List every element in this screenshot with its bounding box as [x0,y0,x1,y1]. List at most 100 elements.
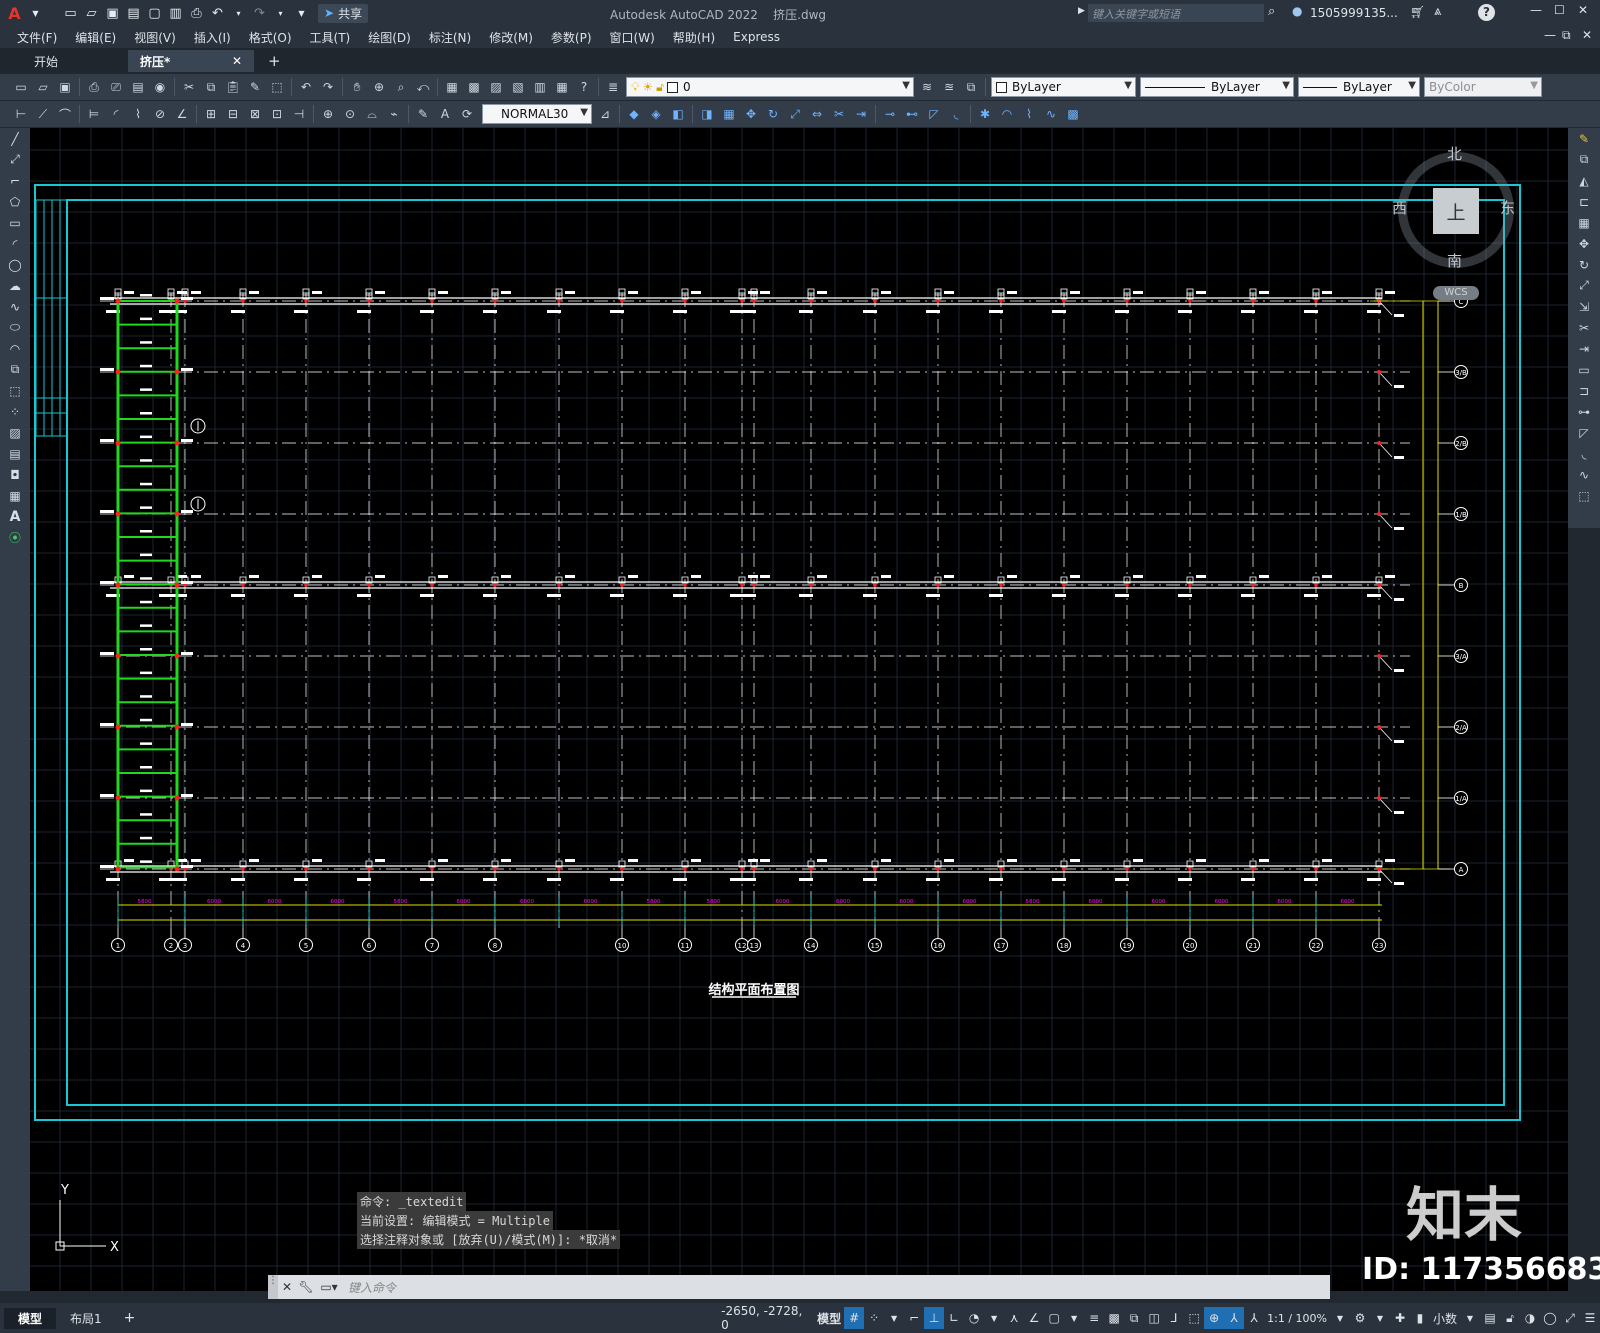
break-right-icon[interactable]: ⊐ [1568,380,1600,401]
share-button[interactable]: ➤ 共享 [318,3,369,23]
save-toolbar-icon[interactable]: ▣ [55,77,75,97]
copy-icon[interactable]: ⧉ [201,77,221,97]
command-recent-icon[interactable]: ▭▾ [316,1280,342,1294]
dim-aligned-icon[interactable]: ⟋ [33,104,53,124]
undo-toolbar-icon[interactable]: ↶ [296,77,316,97]
command-close-icon[interactable]: ✕ [278,1280,296,1294]
object-snap-tracking-icon[interactable]: ∠ [1024,1307,1044,1329]
blend-right-icon[interactable]: ∿ [1568,464,1600,485]
command-input[interactable]: 键入命令 [342,1279,1330,1296]
properties-icon[interactable]: ▦ [442,77,462,97]
quick-dim-icon[interactable]: ⊞ [201,104,221,124]
mirror-icon[interactable]: ◧ [668,104,688,124]
linetype-dropdown[interactable]: ByLayer ▼ [1140,77,1294,97]
lock-ui-icon[interactable]: 🔓︎ [1500,1307,1520,1329]
drawing-svg[interactable]: C3/B2/B1/BB3/A2/A1/AA5800 6000 6000 6000 580… [30,128,1568,1291]
snap-mode-icon[interactable]: ⁘ [864,1307,884,1329]
scale-dropdown-icon[interactable]: ▼ [1330,1307,1350,1329]
layer-thaw-icon[interactable]: ☀ [642,80,653,94]
new-icon[interactable]: ▭ [11,77,31,97]
join-icon[interactable]: ⊷ [902,104,922,124]
minimize-button[interactable]: — [1530,3,1542,17]
selection-filter-icon[interactable]: ⬚ [1184,1307,1204,1329]
gradient-icon[interactable]: ▤ [0,443,30,464]
fillet-right-icon[interactable]: ◟ [1568,443,1600,464]
tool-palettes-icon[interactable]: ▨ [486,77,506,97]
erase-right-icon[interactable]: ✎ [1568,128,1600,149]
selection-cycling-icon[interactable]: ⧉ [1124,1307,1144,1329]
polar-dropdown-icon[interactable]: ▼ [984,1307,1004,1329]
doc-close-button[interactable]: ✕ [1582,28,1592,42]
design-center-icon[interactable]: ▩ [464,77,484,97]
edit-polyline-icon[interactable]: ⌇ [1019,104,1039,124]
user-name[interactable]: 1505999135... [1310,6,1398,20]
dim-text-edit-icon[interactable]: A [435,104,455,124]
3d-osnap-icon[interactable]: ◫ [1144,1307,1164,1329]
trim-right-icon[interactable]: ✂ [1568,317,1600,338]
table-icon[interactable]: ▦ [0,485,30,506]
web-mobile-save-icon[interactable]: ▥ [167,5,184,22]
drawing-title[interactable]: 结构平面布置图 [708,982,799,998]
layer-dropdown[interactable]: 💡︎ ☀ 🔓︎ 0 ▼ [626,77,914,97]
infocenter-expand-icon[interactable]: ▶ [1078,6,1085,16]
dim-diameter-icon[interactable]: ⊘ [150,104,170,124]
redo-dropdown-icon[interactable]: ▾ [272,5,289,22]
redo-icon[interactable]: ↷ [251,5,268,22]
break-icon[interactable]: ⊸ [880,104,900,124]
hatch-icon[interactable]: ▨ [0,422,30,443]
zoom-realtime-icon[interactable]: ⊕ [369,77,389,97]
chamfer-right-icon[interactable]: ◸ [1568,422,1600,443]
trim-icon[interactable]: ✂ [829,104,849,124]
annotation-scale-value[interactable]: 1:1 / 100% [1264,1307,1330,1329]
snap-dropdown-icon[interactable]: ▼ [884,1307,904,1329]
stretch-right-icon[interactable]: ⇲ [1568,296,1600,317]
dynamic-ucs-icon[interactable]: ⅃ [1164,1307,1184,1329]
save-icon[interactable]: ▣ [104,5,121,22]
inspection-icon[interactable]: ⌓ [362,104,382,124]
layer-properties-icon[interactable]: ≣ [603,77,623,97]
new-file-icon[interactable]: ▭ [62,5,79,22]
scale-right-icon[interactable]: ⤢ [1568,275,1600,296]
search-icon[interactable]: ⌕ [1268,4,1275,19]
viewcube-west[interactable]: 西 [1392,197,1407,218]
sheet-set-icon[interactable]: ▧ [508,77,528,97]
zoom-window-icon[interactable]: ⌕ [391,77,411,97]
publish-icon[interactable]: ▤ [128,77,148,97]
layer-previous-icon[interactable]: ≊ [939,77,959,97]
edit-spline-icon[interactable]: ∿ [1041,104,1061,124]
center-mark-icon[interactable]: ⊙ [340,104,360,124]
undo-dropdown-icon[interactable]: ▾ [230,5,247,22]
open-icon[interactable]: ▱ [33,77,53,97]
edit-hatch-icon[interactable]: ▩ [1063,104,1083,124]
grid-toggle-icon[interactable]: # [844,1307,865,1329]
pan-icon[interactable]: ✋︎ [347,77,367,97]
dim-radius-icon[interactable]: ◜ [106,104,126,124]
open-file-icon[interactable]: ▱ [83,5,100,22]
array-icon[interactable]: ▦ [719,104,739,124]
explode-icon[interactable]: ✱ [975,104,995,124]
menu-file[interactable]: 文件(F) [8,29,66,46]
web-mobile-open-icon[interactable]: ▢ [146,5,163,22]
menu-draw[interactable]: 绘图(D) [359,29,420,46]
redo-toolbar-icon[interactable]: ↷ [318,77,338,97]
scale-icon[interactable]: ⤢ [785,104,805,124]
layer-on-icon[interactable]: 💡︎ [631,80,639,95]
isodraft-icon[interactable]: ⋏ [1004,1307,1024,1329]
erase-icon[interactable]: ◆ [624,104,644,124]
app-menu-chevron-icon[interactable]: ▼ [27,5,44,22]
blend-icon[interactable]: ◠ [997,104,1017,124]
color-dropdown[interactable]: ByLayer ▼ [991,77,1136,97]
menu-view[interactable]: 视图(V) [125,29,185,46]
workspace-dropdown-icon[interactable]: ▼ [1370,1307,1390,1329]
tab-drawing[interactable]: 挤压* ✕ [128,50,254,72]
menu-format[interactable]: 格式(O) [240,29,301,46]
menu-modify[interactable]: 修改(M) [480,29,542,46]
paste-icon[interactable]: 📋︎ [223,77,243,97]
doc-restore-button[interactable]: ⧉ [1562,28,1571,43]
stretch-icon[interactable]: ⇔ [807,104,827,124]
autocad-logo-icon[interactable]: A [6,4,23,23]
block-editor-icon[interactable]: ⬚ [267,77,287,97]
plot-toolbar-icon[interactable]: ⎙ [84,77,104,97]
dim-continue-icon[interactable]: ⊠ [245,104,265,124]
clean-screen-icon[interactable]: ⤢ [1560,1307,1580,1329]
